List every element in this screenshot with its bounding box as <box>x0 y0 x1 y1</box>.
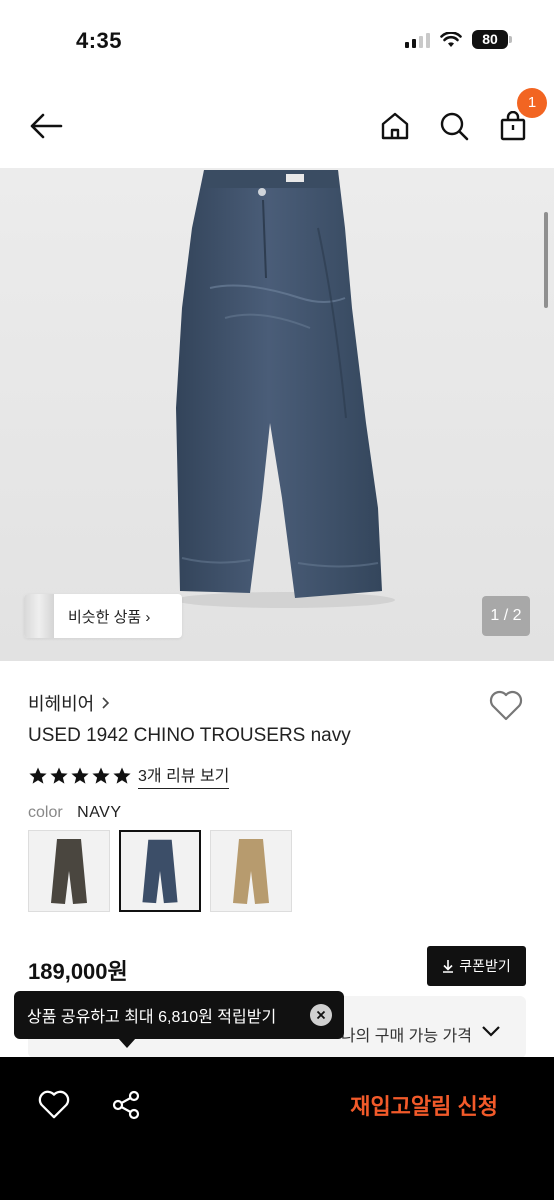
download-icon <box>443 960 454 973</box>
coupon-label: 쿠폰받기 <box>459 958 511 974</box>
search-icon <box>440 112 469 141</box>
similar-products-button[interactable]: 비슷한 상품 › <box>24 594 182 638</box>
image-counter: 1 / 2 <box>482 596 530 636</box>
star-icon <box>29 767 47 784</box>
tooltip-close-button[interactable] <box>310 1004 332 1026</box>
price: 189,000원 <box>28 959 128 984</box>
star-icon <box>113 767 131 784</box>
star-icon <box>71 767 89 784</box>
coupon-button[interactable]: 쿠폰받기 <box>427 946 526 986</box>
status-icons: 80 <box>405 30 512 49</box>
battery-indicator: 80 <box>472 30 512 49</box>
swatch-thumbnail <box>233 839 269 904</box>
brand-name: 비헤비어 <box>28 694 95 714</box>
share-icon <box>112 1090 140 1120</box>
scrollbar[interactable] <box>544 212 548 308</box>
cart-badge: 1 <box>517 88 547 118</box>
bottom-action-bar: 재입고알림 신청 <box>0 1057 554 1200</box>
color-swatch-beige[interactable] <box>210 830 292 912</box>
status-bar: 4:35 80 <box>0 0 554 84</box>
color-swatches <box>28 830 292 912</box>
brand-link[interactable]: 비헤비어 <box>28 690 110 716</box>
nav-bar: 1 <box>0 84 554 168</box>
home-icon <box>381 112 409 140</box>
back-button[interactable] <box>26 106 66 146</box>
star-icon <box>92 767 110 784</box>
color-label: color <box>28 804 63 821</box>
heart-icon <box>38 1090 70 1119</box>
signal-icon <box>405 32 430 48</box>
rating: 3개 리뷰 보기 <box>28 762 230 789</box>
share-button[interactable] <box>110 1089 144 1123</box>
close-icon <box>316 1010 326 1020</box>
review-link[interactable]: 3개 리뷰 보기 <box>138 762 230 789</box>
status-time: 4:35 <box>76 28 123 53</box>
swatch-thumbnail <box>51 839 87 904</box>
star-icon <box>50 767 68 784</box>
product-image-gallery[interactable] <box>0 168 554 661</box>
chevron-right-icon <box>102 697 110 709</box>
similar-thumbnail <box>24 594 54 638</box>
wishlist-button[interactable] <box>488 688 524 724</box>
heart-icon <box>489 690 523 721</box>
color-option: color NAVY <box>28 804 122 822</box>
bottom-wishlist-button[interactable] <box>37 1089 71 1123</box>
cart-button[interactable]: 1 <box>493 88 547 146</box>
chevron-down-icon <box>482 1026 500 1037</box>
product-photo <box>175 170 395 608</box>
similar-products-label: 비슷한 상품 › <box>68 608 151 626</box>
arrow-left-icon <box>30 113 63 139</box>
home-button[interactable] <box>375 106 415 146</box>
share-reward-tooltip: 상품 공유하고 최대 6,810원 적립받기 <box>14 991 344 1048</box>
color-value: NAVY <box>77 804 122 821</box>
rating-stars <box>28 766 132 786</box>
color-swatch-navy[interactable] <box>119 830 201 912</box>
wifi-icon <box>440 31 462 47</box>
best-price-text: 나의 구매 가능 가격 <box>340 1028 472 1045</box>
search-button[interactable] <box>434 106 474 146</box>
tooltip-text: 상품 공유하고 최대 6,810원 적립받기 <box>27 1009 277 1026</box>
color-swatch-charcoal[interactable] <box>28 830 110 912</box>
product-name: USED 1942 CHINO TROUSERS navy <box>28 725 351 746</box>
swatch-thumbnail <box>142 839 178 904</box>
restock-alert-button[interactable]: 재입고알림 신청 <box>350 1089 498 1121</box>
